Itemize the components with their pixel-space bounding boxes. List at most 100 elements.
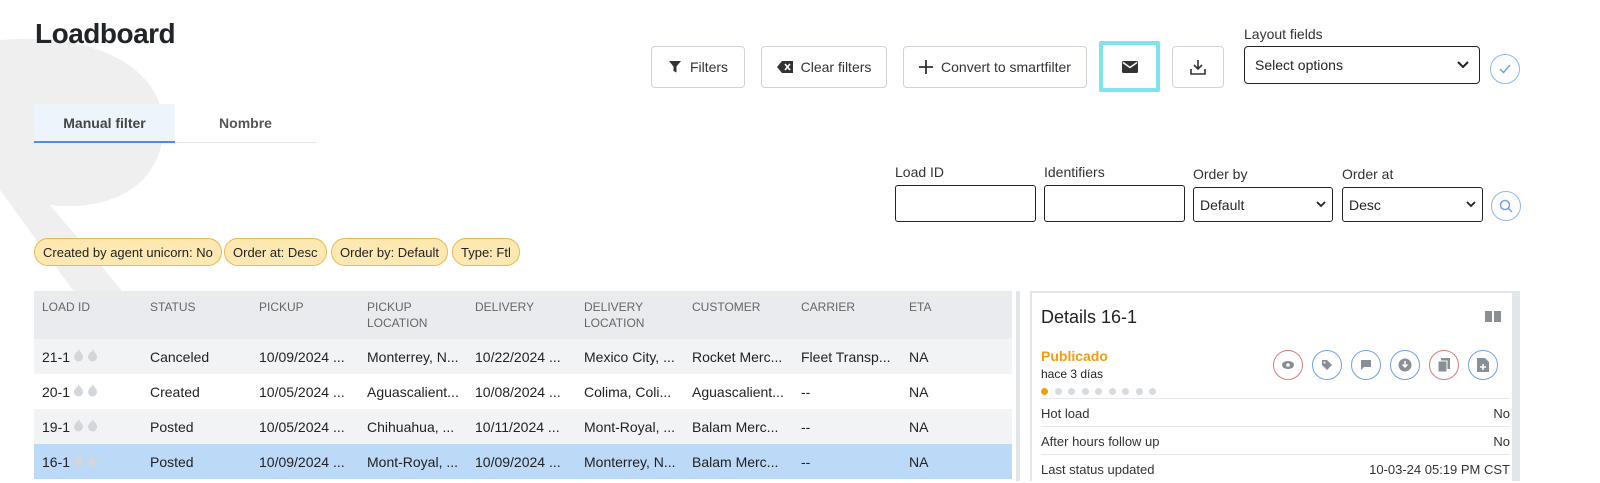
cell-load-id: 20-1 <box>42 374 142 409</box>
add-document-button[interactable] <box>1468 350 1498 380</box>
cell-text: 10/11/2024 ... <box>475 418 560 435</box>
view-button[interactable] <box>1273 350 1303 380</box>
cell-text: Fleet Transp... <box>801 348 891 365</box>
col-eta[interactable]: ETA <box>909 299 931 315</box>
detail-label: Last status updated <box>1041 461 1155 477</box>
detail-row-after-hours: After hours follow up No <box>1041 426 1510 455</box>
col-delivery-location[interactable]: DELIVERY LOCATION <box>584 299 664 331</box>
filter-chip[interactable]: Created by agent unicorn: No <box>34 238 222 266</box>
email-button[interactable] <box>1099 41 1160 92</box>
flame-icon[interactable] <box>73 383 84 400</box>
download-circle-icon <box>1398 358 1412 372</box>
cell-delivery: 10/22/2024 ... <box>475 339 575 374</box>
clear-filters-label: Clear filters <box>800 59 872 75</box>
cell-carrier: Fleet Transp... <box>801 339 901 374</box>
cell-text: Aguascalient... <box>692 383 784 400</box>
cell-text: Colima, Coli... <box>584 383 672 400</box>
flame-icon[interactable] <box>73 348 84 365</box>
cell-text: Balam Merc... <box>692 418 779 435</box>
flame-icon[interactable] <box>73 418 84 435</box>
load-id-input[interactable] <box>895 185 1036 222</box>
cell-text: Canceled <box>150 348 210 365</box>
cell-eta: NA <box>909 339 969 374</box>
col-load-id[interactable]: LOAD ID <box>42 299 90 315</box>
search-button[interactable] <box>1491 191 1521 221</box>
details-title: Details 16-1 <box>1041 307 1138 327</box>
cell-pickup-location: Chihuahua, ... <box>367 409 467 444</box>
table-header: LOAD ID STATUS PICKUP PICKUP LOCATION DE… <box>34 291 1012 339</box>
table-row[interactable]: 21-1 Canceled 10/09/2024 ... Monterrey, N..… <box>34 339 1012 374</box>
progress-dot <box>1122 388 1129 395</box>
download-icon <box>1190 60 1206 75</box>
layout-fields-select[interactable]: Select options <box>1244 46 1480 84</box>
cell-eta: NA <box>909 444 969 479</box>
watermark-logo <box>0 38 164 300</box>
flame-icon[interactable] <box>87 418 98 435</box>
cell-text: Aguascalient... <box>367 383 459 400</box>
identifiers-input[interactable] <box>1044 185 1185 222</box>
comment-button[interactable] <box>1351 350 1381 380</box>
col-delivery[interactable]: DELIVERY <box>475 299 534 315</box>
filter-chip[interactable]: Order at: Desc <box>224 238 327 266</box>
cell-text: Posted <box>150 418 194 435</box>
copy-icon <box>1438 358 1450 372</box>
cell-text: 10/05/2024 ... <box>259 418 345 435</box>
status-time: hace 3 días <box>1041 367 1104 381</box>
col-pickup-location[interactable]: PICKUP LOCATION <box>367 299 437 331</box>
tab-manual-filter[interactable]: Manual filter <box>34 104 175 143</box>
filter-chip[interactable]: Type: Ftl <box>452 238 520 266</box>
filters-button[interactable]: Filters <box>651 46 745 88</box>
table-row[interactable]: 20-1 Created 10/05/2024 ... Aguascalient...… <box>34 374 1012 409</box>
cell-text: Balam Merc... <box>692 453 779 470</box>
clear-filters-button[interactable]: Clear filters <box>761 46 887 88</box>
col-status[interactable]: STATUS <box>150 299 196 315</box>
detail-row-last-status: Last status updated 10-03-24 05:19 PM CS… <box>1041 454 1510 483</box>
cell-pickup: 10/09/2024 ... <box>259 444 359 479</box>
cell-text: -- <box>801 453 811 470</box>
detail-value: 10-03-24 05:19 PM CST <box>1369 461 1510 477</box>
order-by-select[interactable]: Default <box>1193 187 1333 222</box>
filters-label: Filters <box>689 59 729 75</box>
order-by-label: Order by <box>1193 166 1248 182</box>
table-row[interactable]: 19-1 Posted 10/05/2024 ... Chihuahua, ... 10… <box>34 409 1012 444</box>
filter-chip[interactable]: Order by: Default <box>331 238 448 266</box>
tab-nombre[interactable]: Nombre <box>175 104 316 141</box>
flame-icon[interactable] <box>73 453 84 470</box>
download-details-button[interactable] <box>1390 350 1420 380</box>
table-scrollbar[interactable] <box>1016 291 1020 481</box>
order-at-select[interactable]: Desc <box>1342 187 1483 222</box>
cell-text: -- <box>801 383 811 400</box>
flame-icon[interactable] <box>87 453 98 470</box>
copy-button[interactable] <box>1429 350 1459 380</box>
load-id-label: Load ID <box>895 164 945 180</box>
convert-label: Convert to smartfilter <box>941 59 1071 75</box>
tag-button[interactable] <box>1312 350 1342 380</box>
cell-load-id: 16-1 <box>42 444 142 479</box>
cell-customer: Balam Merc... <box>692 409 792 444</box>
cell-delivery: 10/08/2024 ... <box>475 374 575 409</box>
col-customer[interactable]: CUSTOMER <box>692 299 760 315</box>
col-pickup[interactable]: PICKUP <box>259 299 304 315</box>
search-icon <box>1499 199 1513 213</box>
convert-smartfilter-button[interactable]: Convert to smartfilter <box>903 46 1087 88</box>
cell-customer: Rocket Merc... <box>692 339 792 374</box>
col-carrier[interactable]: CARRIER <box>801 299 855 315</box>
cell-text: Posted <box>150 453 194 470</box>
cell-text: NA <box>909 418 929 435</box>
chevron-down-icon <box>1316 201 1326 208</box>
cell-text: 20-1 <box>42 383 71 400</box>
check-icon <box>1499 64 1511 74</box>
progress-dot <box>1041 388 1048 395</box>
flame-icon[interactable] <box>87 348 98 365</box>
cell-delivery: 10/09/2024 ... <box>475 444 575 479</box>
cell-delivery-location: Mont-Royal, ... <box>584 409 684 444</box>
apply-layout-button[interactable] <box>1490 54 1520 84</box>
chevron-down-icon <box>1466 201 1476 208</box>
cell-status: Created <box>150 374 250 409</box>
cell-text: 10/08/2024 ... <box>475 383 561 400</box>
flame-icon[interactable] <box>87 383 98 400</box>
table-row[interactable]: 16-1 Posted 10/09/2024 ... Mont-Royal, ... 1… <box>34 444 1012 479</box>
download-button[interactable] <box>1172 46 1224 88</box>
cell-pickup: 10/09/2024 ... <box>259 339 359 374</box>
book-icon[interactable] <box>1484 309 1502 323</box>
